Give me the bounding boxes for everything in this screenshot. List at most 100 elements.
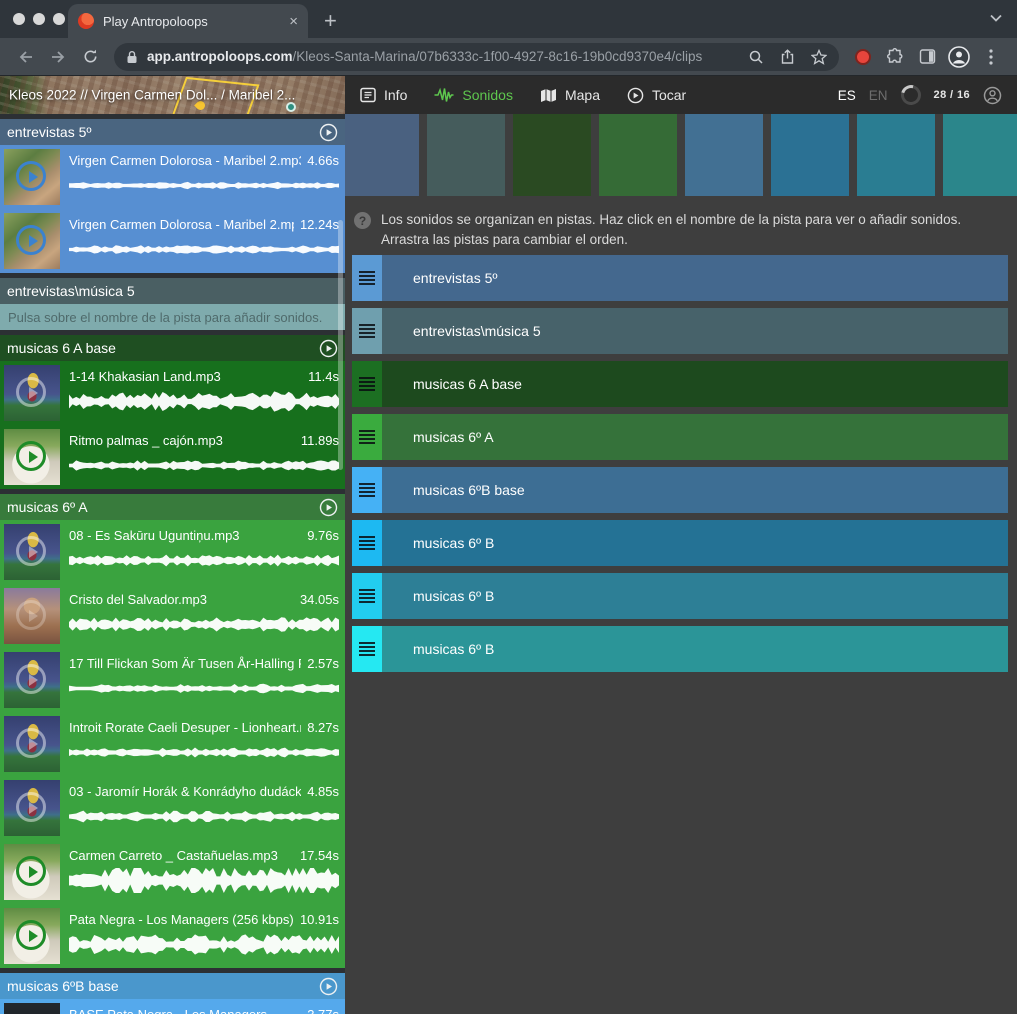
- clip-row[interactable]: Ritmo palmas _ cajón.mp3 11.89s: [0, 425, 345, 489]
- lang-toggle-es[interactable]: ES: [838, 88, 856, 103]
- clip-thumbnail[interactable]: [4, 524, 60, 580]
- track-row-body[interactable]: musicas 6º B: [382, 520, 1008, 566]
- track-row-body[interactable]: entrevistas\música 5: [382, 308, 1008, 354]
- play-track-button[interactable]: [319, 339, 338, 358]
- clip-row[interactable]: BASE Pata Negra - Los Managers 3.77s: [0, 999, 345, 1014]
- track-row[interactable]: entrevistas\música 5: [352, 308, 1008, 354]
- sidebar-scrollbar[interactable]: [338, 220, 343, 470]
- timeline-tile[interactable]: [943, 114, 1017, 196]
- clip-thumbnail[interactable]: [4, 1003, 60, 1014]
- clip-row[interactable]: Pata Negra - Los Managers (256 kbps).mp3…: [0, 904, 345, 968]
- clip-thumbnail[interactable]: [4, 149, 60, 205]
- timeline-tile[interactable]: [427, 114, 505, 196]
- clip-row[interactable]: 17 Till Flickan Som Är Tusen År-Halling …: [0, 648, 345, 712]
- profile-avatar[interactable]: [946, 45, 972, 69]
- tab-search-chevron-icon[interactable]: [989, 13, 1003, 23]
- track-row-body[interactable]: entrevistas 5º: [382, 255, 1008, 301]
- track-section-header[interactable]: entrevistas\música 5: [0, 278, 345, 304]
- track-drag-handle[interactable]: [352, 573, 382, 619]
- share-icon[interactable]: [780, 49, 795, 65]
- track-row[interactable]: musicas 6ºB base: [352, 467, 1008, 513]
- track-row[interactable]: musicas 6º B: [352, 573, 1008, 619]
- timeline-tile[interactable]: [513, 114, 591, 196]
- clip-thumbnail[interactable]: [4, 780, 60, 836]
- window-zoom-button[interactable]: [53, 13, 65, 25]
- clip-row[interactable]: Virgen Carmen Dolorosa - Maribel 2.mp3 1…: [0, 209, 345, 273]
- forward-icon[interactable]: [45, 45, 71, 69]
- timeline-tile[interactable]: [685, 114, 763, 196]
- clip-thumbnail[interactable]: [4, 716, 60, 772]
- browser-menu-kebab-icon[interactable]: [978, 45, 1004, 69]
- timeline-tile[interactable]: [857, 114, 935, 196]
- track-section-header[interactable]: musicas 6º A: [0, 494, 345, 520]
- nav-tab-info[interactable]: Info: [360, 87, 407, 103]
- clip-row[interactable]: Carmen Carreto _ Castañuelas.mp3 17.54s: [0, 840, 345, 904]
- clip-row[interactable]: 08 - Es Sakūru Uguntiņu.mp3 9.76s: [0, 520, 345, 584]
- clip-body: 08 - Es Sakūru Uguntiņu.mp3 9.76s: [69, 524, 341, 580]
- clip-row[interactable]: 1-14 Khakasian Land.mp3 11.4s: [0, 361, 345, 425]
- track-drag-handle[interactable]: [352, 626, 382, 672]
- clip-row[interactable]: Introit Rorate Caeli Desuper - Lionheart…: [0, 712, 345, 776]
- play-track-button[interactable]: [319, 977, 338, 996]
- track-drag-handle[interactable]: [352, 520, 382, 566]
- clip-thumbnail[interactable]: [4, 588, 60, 644]
- new-tab-button[interactable]: +: [324, 12, 337, 30]
- clip-thumbnail[interactable]: [4, 908, 60, 964]
- clip-thumbnail[interactable]: [4, 652, 60, 708]
- address-bar[interactable]: app.antropoloops.com/Kleos-Santa-Marina/…: [114, 43, 839, 71]
- clip-row[interactable]: Virgen Carmen Dolorosa - Maribel 2.mp3 4…: [0, 145, 345, 209]
- track-row-body[interactable]: musicas 6º A: [382, 414, 1008, 460]
- track-section-header[interactable]: entrevistas 5º: [0, 119, 345, 145]
- track-row[interactable]: musicas 6º A: [352, 414, 1008, 460]
- clip-row[interactable]: 03 - Jaromír Horák & Konrádyho dudácká .…: [0, 776, 345, 840]
- clips-sidebar[interactable]: entrevistas 5º Virgen Carmen Dolorosa - …: [0, 114, 345, 1014]
- browser-tab[interactable]: Play Antropoloops ×: [68, 4, 308, 38]
- extensions-puzzle-icon[interactable]: [882, 45, 908, 69]
- url-text[interactable]: app.antropoloops.com/Kleos-Santa-Marina/…: [147, 49, 733, 64]
- timeline-tile[interactable]: [345, 114, 419, 196]
- track-section-header[interactable]: musicas 6ºB base: [0, 973, 345, 999]
- tab-close-icon[interactable]: ×: [289, 14, 298, 29]
- window-close-button[interactable]: [13, 13, 25, 25]
- side-panel-icon[interactable]: [914, 45, 940, 69]
- window-minimize-button[interactable]: [33, 13, 45, 25]
- play-track-button[interactable]: [319, 123, 338, 142]
- nav-tab-sonidos[interactable]: Sonidos: [434, 87, 513, 103]
- clip-thumbnail[interactable]: [4, 429, 60, 485]
- timeline-tile[interactable]: [599, 114, 677, 196]
- timeline-tile[interactable]: [771, 114, 849, 196]
- lang-toggle-en[interactable]: EN: [869, 88, 888, 103]
- track-row-body[interactable]: musicas 6º B: [382, 573, 1008, 619]
- breadcrumb[interactable]: Kleos 2022 // Virgen Carmen Dol... / Mar…: [9, 88, 295, 103]
- clip-thumbnail[interactable]: [4, 844, 60, 900]
- track-section-header[interactable]: musicas 6 A base: [0, 335, 345, 361]
- reload-icon[interactable]: [77, 45, 103, 69]
- track-row-body[interactable]: musicas 6 A base: [382, 361, 1008, 407]
- track-drag-handle[interactable]: [352, 414, 382, 460]
- track-row[interactable]: musicas 6 A base: [352, 361, 1008, 407]
- track-row[interactable]: musicas 6º B: [352, 626, 1008, 672]
- clip-thumbnail[interactable]: [4, 213, 60, 269]
- waveform-icon: [434, 87, 454, 103]
- project-cover-map-image[interactable]: Kleos 2022 // Virgen Carmen Dol... / Mar…: [0, 76, 345, 114]
- record-extension-icon[interactable]: [850, 45, 876, 69]
- track-name: musicas 6º A: [413, 429, 494, 445]
- zoom-icon[interactable]: [748, 49, 764, 65]
- back-icon[interactable]: [13, 45, 39, 69]
- track-row-body[interactable]: musicas 6ºB base: [382, 467, 1008, 513]
- window-traffic-lights[interactable]: [13, 13, 65, 25]
- nav-tab-tocar[interactable]: Tocar: [627, 87, 686, 104]
- track-drag-handle[interactable]: [352, 255, 382, 301]
- nav-tab-mapa[interactable]: Mapa: [540, 87, 600, 103]
- play-track-button[interactable]: [319, 498, 338, 517]
- track-drag-handle[interactable]: [352, 308, 382, 354]
- account-icon[interactable]: [983, 86, 1002, 105]
- track-drag-handle[interactable]: [352, 467, 382, 513]
- track-row-body[interactable]: musicas 6º B: [382, 626, 1008, 672]
- track-row[interactable]: musicas 6º B: [352, 520, 1008, 566]
- clip-row[interactable]: Cristo del Salvador.mp3 34.05s: [0, 584, 345, 648]
- track-row[interactable]: entrevistas 5º: [352, 255, 1008, 301]
- bookmark-star-icon[interactable]: [811, 49, 827, 65]
- clip-thumbnail[interactable]: [4, 365, 60, 421]
- track-drag-handle[interactable]: [352, 361, 382, 407]
